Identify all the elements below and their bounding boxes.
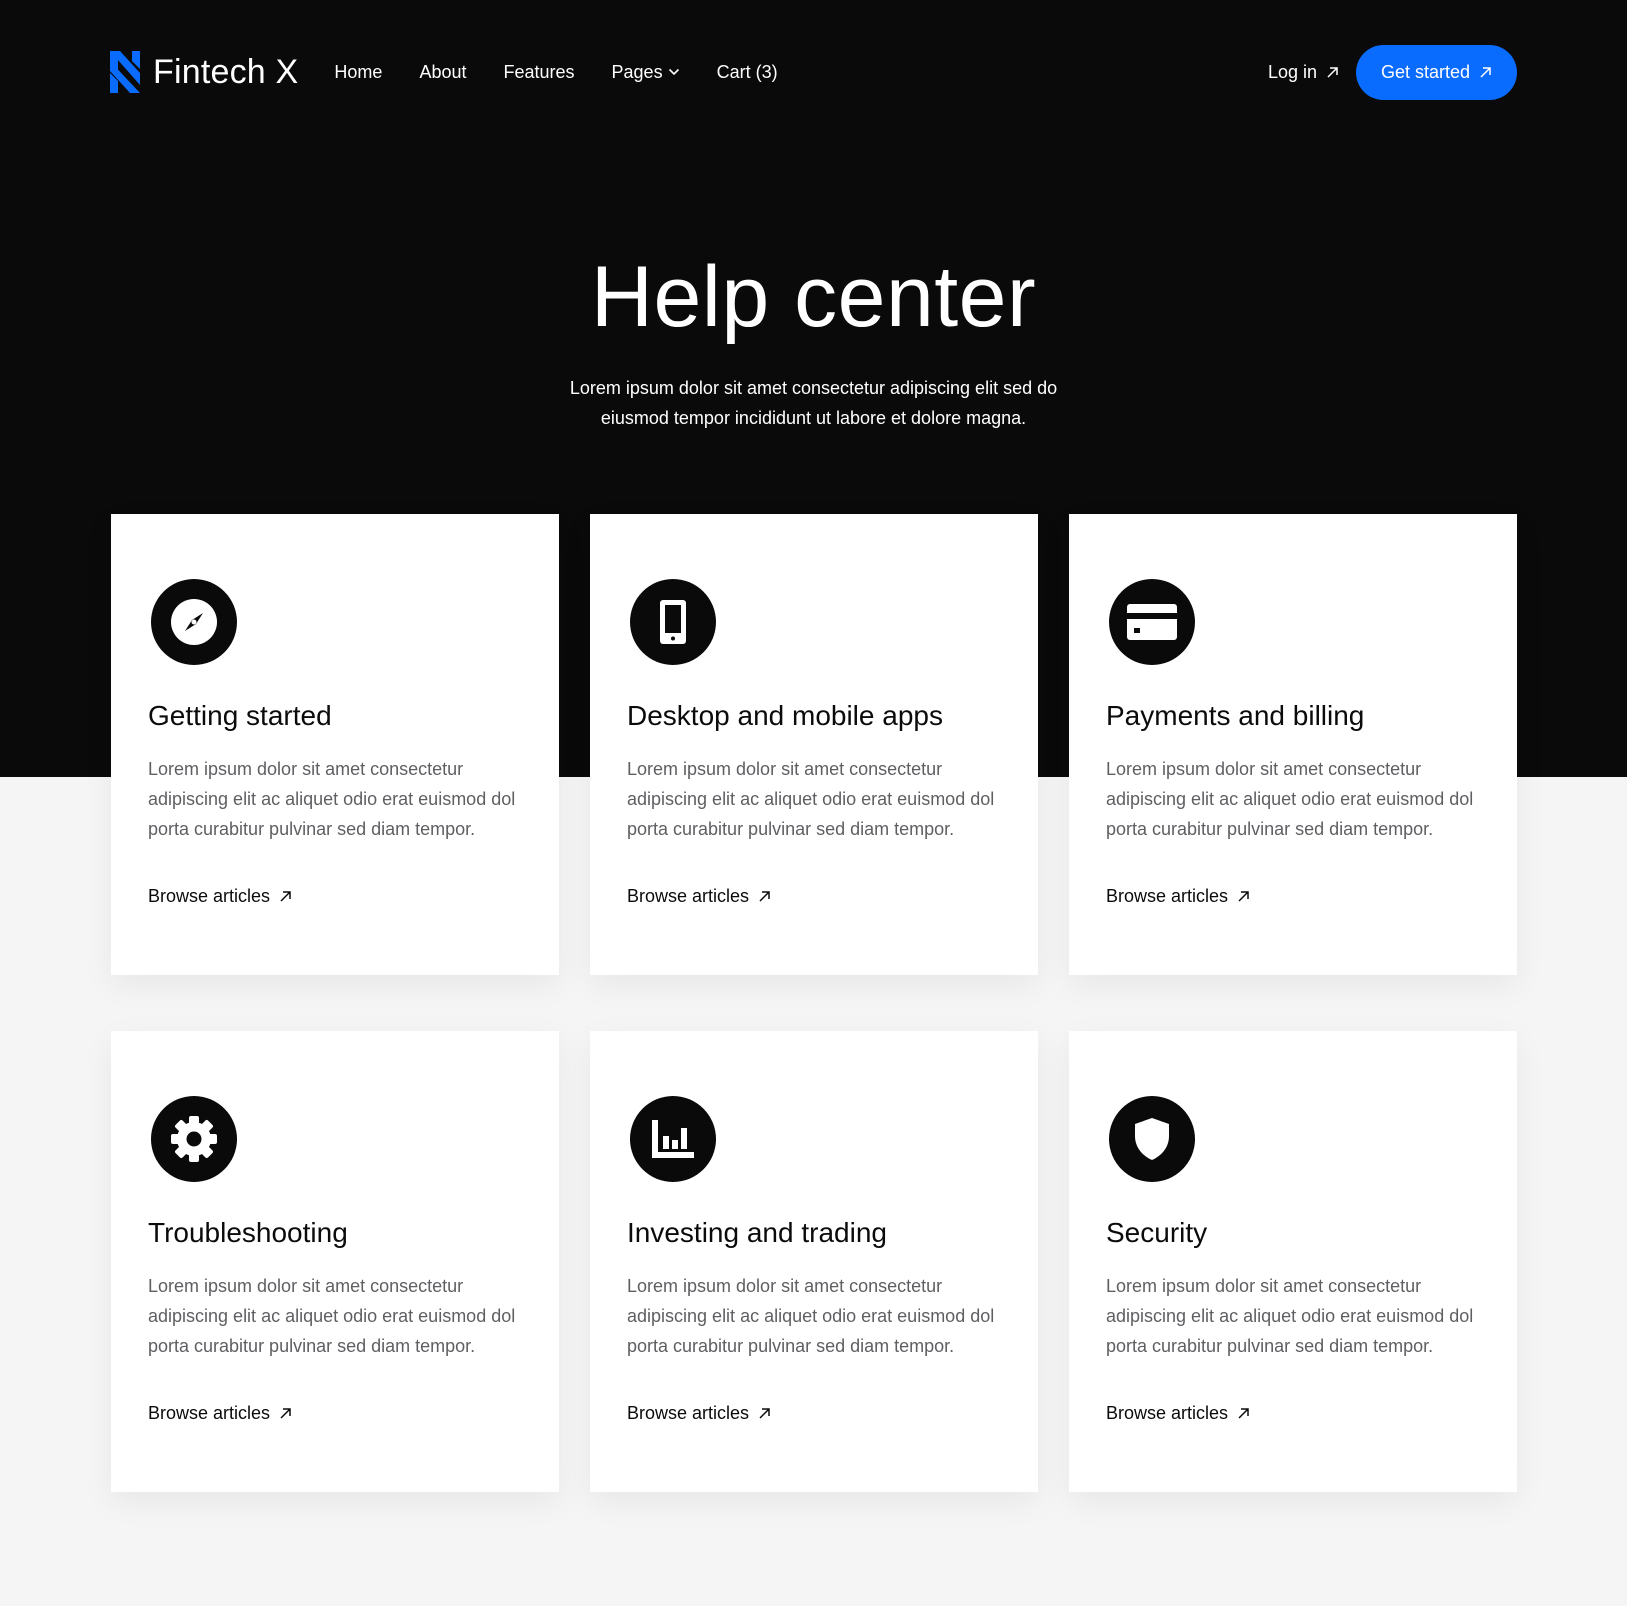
category-card-payments[interactable]: Payments and billing Lorem ipsum dolor s… [1069,514,1517,975]
brand-name: Fintech X [153,52,299,91]
shield-icon [1109,1096,1195,1182]
fintech-x-logo-icon [110,51,140,93]
nav-item-label: Home [334,61,383,82]
arrow-up-right-icon [280,891,291,902]
category-card-investing[interactable]: Investing and trading Lorem ipsum dolor … [590,1031,1038,1492]
arrow-up-right-icon [1238,1408,1249,1419]
arrow-up-right-icon [1238,891,1249,902]
card-description: Lorem ipsum dolor sit amet consectetur a… [148,759,516,839]
get-started-button[interactable]: Get started [1356,44,1517,100]
browse-articles-label: Browse articles [1106,1403,1229,1423]
hero-subtitle: Lorem ipsum dolor sit amet consectetur a… [569,378,1058,428]
browse-articles-label: Browse articles [1106,886,1229,906]
browse-articles-link[interactable]: Browse articles [1106,886,1250,907]
card-title: Security [1106,1217,1208,1248]
browse-articles-link[interactable]: Browse articles [627,1403,771,1424]
nav-item-features[interactable]: Features [503,62,574,83]
browse-articles-link[interactable]: Browse articles [1106,1403,1250,1424]
browse-articles-link[interactable]: Browse articles [148,886,292,907]
browse-articles-link[interactable]: Browse articles [148,1403,292,1424]
category-card-getting-started[interactable]: Getting started Lorem ipsum dolor sit am… [111,514,559,975]
nav-item-label: About [419,61,467,82]
browse-articles-link[interactable]: Browse articles [627,886,771,907]
site-header: Fintech X Home About Features Pages Cart… [110,44,1517,100]
card-title: Desktop and mobile apps [627,700,943,731]
get-started-label: Get started [1380,61,1471,82]
card-description: Lorem ipsum dolor sit amet consectetur a… [1106,1276,1474,1356]
arrow-up-right-icon [1327,66,1338,78]
arrow-up-right-icon [759,891,770,902]
nav-item-home[interactable]: Home [334,62,382,83]
header-actions: Log in Get started [1268,44,1517,100]
nav-item-cart[interactable]: Cart (3) [717,62,778,83]
card-description: Lorem ipsum dolor sit amet consectetur a… [1106,759,1474,839]
card-title: Investing and trading [627,1217,887,1248]
card-description: Lorem ipsum dolor sit amet consectetur a… [627,759,995,839]
nav-item-about[interactable]: About [419,62,466,83]
bar-chart-icon [630,1096,716,1182]
category-card-troubleshooting[interactable]: Troubleshooting Lorem ipsum dolor sit am… [111,1031,559,1492]
nav-item-label: Features [503,61,575,82]
page-title: Help center [590,249,1037,345]
category-card-security[interactable]: Security Lorem ipsum dolor sit amet cons… [1069,1031,1517,1492]
main-nav: Home About Features Pages Cart (3) [334,62,814,83]
nav-item-label: Pages [611,61,663,82]
arrow-up-right-icon [280,1408,291,1419]
nav-item-pages[interactable]: Pages [612,62,680,83]
login-label: Log in [1267,61,1317,82]
brand-logo-link[interactable]: Fintech X [110,51,298,93]
card-description: Lorem ipsum dolor sit amet consectetur a… [627,1276,995,1356]
login-link[interactable]: Log in [1268,62,1339,83]
credit-card-icon [1109,579,1195,665]
gear-icon [151,1096,237,1182]
arrow-up-right-icon [759,1408,770,1419]
category-card-apps[interactable]: Desktop and mobile apps Lorem ipsum dolo… [590,514,1038,975]
browse-articles-label: Browse articles [148,1403,271,1423]
browse-articles-label: Browse articles [627,1403,750,1423]
card-title: Getting started [148,700,332,731]
browse-articles-label: Browse articles [627,886,750,906]
card-description: Lorem ipsum dolor sit amet consectetur a… [148,1276,516,1356]
mobile-icon [630,579,716,665]
browse-articles-label: Browse articles [148,886,271,906]
card-title: Troubleshooting [148,1217,348,1248]
compass-icon [151,579,237,665]
arrow-up-right-icon [1480,66,1491,78]
nav-item-label: Cart (3) [716,61,778,82]
card-title: Payments and billing [1106,700,1365,731]
chevron-down-icon [668,68,679,76]
